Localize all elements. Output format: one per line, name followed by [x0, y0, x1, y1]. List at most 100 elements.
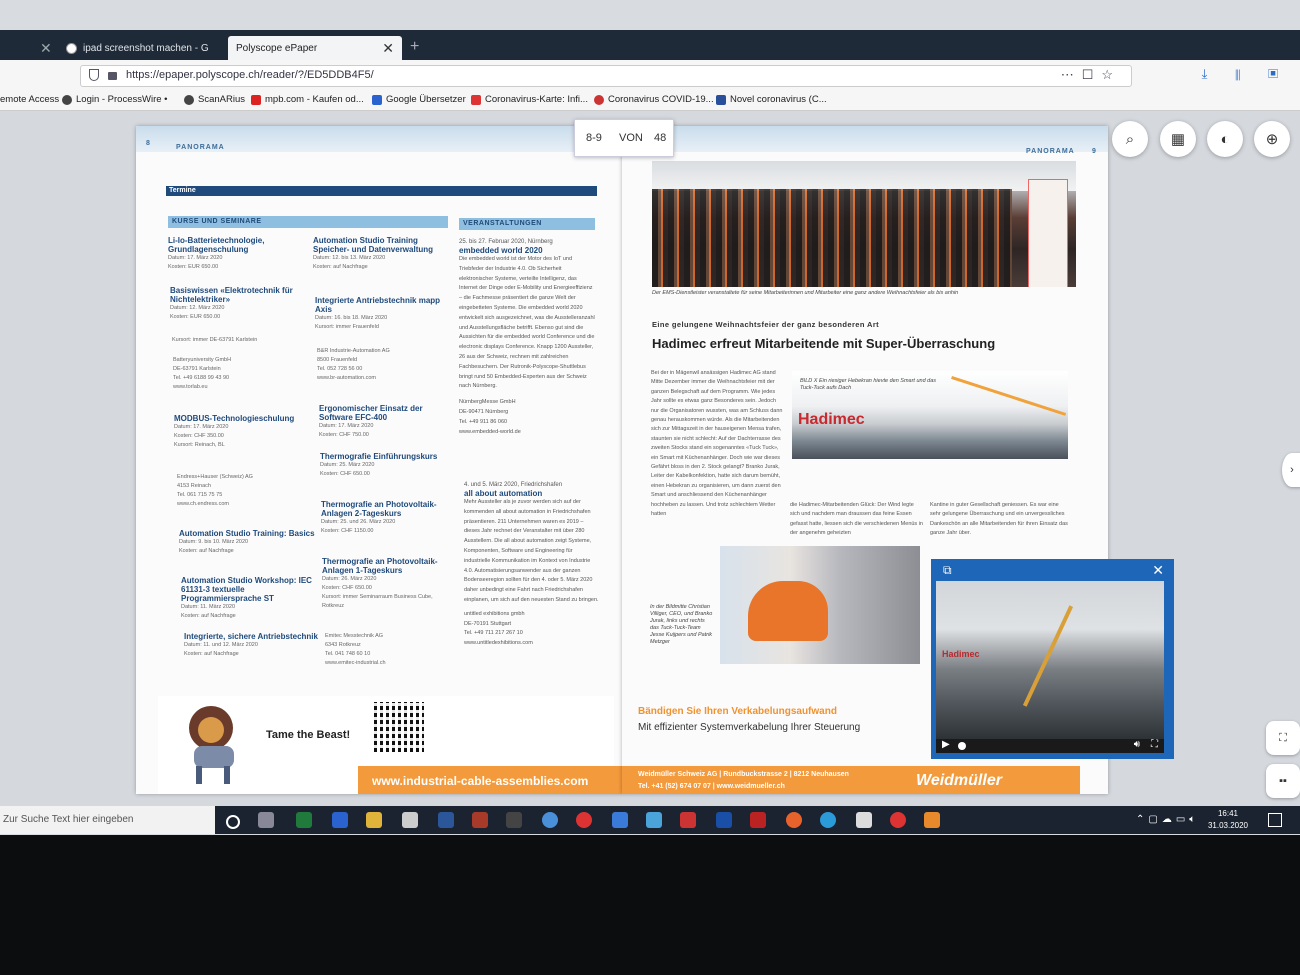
skype-icon[interactable]	[820, 812, 836, 828]
bookmark-item[interactable]: Google Übersetzer	[372, 94, 466, 105]
photo-caption: In der Bildmitte Christian Villiger, CEO…	[650, 604, 713, 645]
downloads-icon[interactable]: ⤓ ⫴ ▣	[1202, 66, 1290, 82]
lion-illustration-icon	[189, 706, 234, 784]
google-favicon-icon	[66, 42, 77, 54]
cortana-icon[interactable]	[226, 815, 240, 829]
next-page-icon[interactable]: ›	[1282, 453, 1300, 487]
bookmarks-bar: emote Access Login - ProcessWire • ScanA…	[0, 90, 1300, 111]
app-icon[interactable]	[506, 812, 522, 828]
progress-handle[interactable]	[958, 742, 966, 750]
url-text[interactable]: https://epaper.polyscope.ch/reader/?/ED5…	[126, 69, 374, 81]
system-clock[interactable]: 16:41 31.03.2020	[1208, 808, 1248, 832]
course-item: Integrierte Antriebstechnik mapp Axis Da…	[315, 296, 441, 330]
notification-icon[interactable]	[1268, 813, 1282, 827]
globe-icon	[184, 94, 194, 105]
search-placeholder: Zur Suche Text hier eingeben	[3, 814, 134, 825]
volume-icon[interactable]: 🔊︎	[1134, 739, 1140, 750]
popout-icon[interactable]: ⧉	[943, 563, 952, 578]
bookmark-item[interactable]: Coronavirus COVID-19...	[594, 94, 714, 105]
bookmark-item[interactable]: mpb.com - Kaufen od...	[251, 94, 364, 105]
video-frame[interactable]: Hadimec	[936, 581, 1164, 741]
bookmark-item[interactable]: ScanARius	[184, 94, 245, 105]
video-popup[interactable]: ⧉ ✕ Hadimec ▶ 🔊︎ ⛶	[931, 559, 1174, 759]
video-hadimec-logo: Hadimec	[942, 649, 980, 659]
app-icon[interactable]	[680, 812, 696, 828]
tracking-shield-icon[interactable]	[89, 69, 99, 81]
course-address: Kursort: immer DE-63791 Karlstein	[172, 337, 258, 343]
course-item: Automation Studio Training Speicher- und…	[313, 236, 434, 270]
course-item: Thermografie an Photovoltaik-Anlagen 1-T…	[322, 557, 438, 609]
course-item: MODBUS-Technologieschulung Datum: 17. Mä…	[174, 414, 295, 448]
excel-icon[interactable]	[296, 812, 312, 828]
magazine-page-left: 8 PANORAMA Termine KURSE UND SEMINARE VE…	[136, 126, 622, 794]
taskbar-search[interactable]: Zur Suche Text hier eingeben	[0, 806, 215, 834]
monitor-screen: ✕ ipad screenshot machen - G Polyscope e…	[0, 0, 1300, 835]
bookmark-item[interactable]: Login - ProcessWire •	[62, 94, 168, 105]
apps-grid-icon[interactable]: ▪▪	[1266, 764, 1300, 798]
grid-overview-icon[interactable]: ▦	[1160, 121, 1196, 157]
ad-slogan: Tame the Beast!	[266, 729, 351, 741]
app-icon[interactable]	[890, 812, 906, 828]
system-tray-icon[interactable]: ⌃▢☁▭🔈︎	[1136, 814, 1199, 825]
app-icon[interactable]	[542, 812, 558, 828]
zoom-icon[interactable]: ⊕	[1254, 121, 1290, 157]
app-icon[interactable]	[924, 812, 940, 828]
search-icon[interactable]: ⌕	[1112, 121, 1148, 157]
lock-icon[interactable]	[108, 72, 117, 80]
explorer-icon[interactable]	[366, 812, 382, 828]
fullscreen-icon[interactable]: ⛶	[1151, 739, 1158, 750]
browser-tab-bar: ✕ ipad screenshot machen - G Polyscope e…	[0, 30, 1300, 60]
close-icon[interactable]: ✕	[1152, 562, 1164, 579]
bookmark-item[interactable]: emote Access	[0, 94, 59, 105]
page-actions-icon[interactable]: ⋯☐☆	[1061, 67, 1121, 83]
translate-icon	[372, 94, 382, 105]
who-icon	[716, 94, 726, 105]
page-number: 8	[146, 140, 151, 147]
address-bar[interactable]: https://epaper.polyscope.ch/reader/?/ED5…	[80, 65, 1132, 87]
app-icon[interactable]	[856, 812, 872, 828]
app-icon[interactable]	[716, 812, 732, 828]
outlook-icon[interactable]	[612, 812, 628, 828]
article-body: Bei der in Mägenwil ansässigen Hadimec A…	[651, 370, 783, 518]
termine-bar: Termine	[166, 186, 597, 196]
page-indicator[interactable]: 8-9 VON 48	[574, 119, 674, 157]
current-page: 8-9	[586, 132, 602, 144]
course-item: Automation Studio Workshop: IEC 61131-3 …	[181, 576, 312, 619]
contrast-icon[interactable]: ◐	[1207, 121, 1243, 157]
app-icon[interactable]	[402, 812, 418, 828]
kurse-header: KURSE UND SEMINARE	[168, 216, 448, 228]
edge-icon[interactable]	[332, 812, 348, 828]
play-icon[interactable]: ▶	[942, 739, 950, 750]
photo-caption: Der EMS-Dienstleister veranstaltete für …	[652, 290, 959, 296]
epaper-viewer: 8 PANORAMA Termine KURSE UND SEMINARE VE…	[0, 111, 1300, 806]
chrome-icon[interactable]	[576, 812, 592, 828]
new-tab-icon[interactable]: +	[410, 38, 419, 56]
veranstaltungen-header: VERANSTALTUNGEN	[459, 218, 595, 230]
ad-subline: Mit effizienter Systemverkabelung Ihrer …	[638, 722, 861, 733]
course-item: Integrierte, sichere Antriebstechnik Dat…	[184, 632, 318, 657]
rollup-banner	[1028, 179, 1068, 287]
app-icon[interactable]	[472, 812, 488, 828]
map-icon	[471, 94, 481, 105]
bookmark-item[interactable]: Coronavirus-Karte: Infi...	[471, 94, 588, 105]
task-view-icon[interactable]	[258, 812, 274, 828]
windows-taskbar: Zur Suche Text hier eingeben ⌃▢☁▭🔈︎ 16:4…	[0, 806, 1300, 834]
tab-close-icon[interactable]: ✕	[382, 40, 394, 57]
word-icon[interactable]	[438, 812, 454, 828]
article-body: die Hadimec-Mitarbeitenden Glück: Der Wi…	[790, 502, 923, 537]
course-item: Thermografie Einführungskurs Datum: 25. …	[320, 452, 438, 477]
tab-label: Polyscope ePaper	[236, 42, 318, 54]
firefox-icon[interactable]	[786, 812, 802, 828]
bookmark-item[interactable]: Novel coronavirus (C...	[716, 94, 827, 105]
tab-close-icon[interactable]: ✕	[40, 40, 52, 57]
tab-polyscope[interactable]: Polyscope ePaper ✕	[228, 36, 402, 60]
mpb-icon	[251, 94, 261, 105]
acrobat-icon[interactable]	[750, 812, 766, 828]
app-icon[interactable]	[646, 812, 662, 828]
fullscreen-icon[interactable]: ⛶	[1266, 721, 1300, 755]
ad-url[interactable]: www.industrial-cable-assemblies.com	[372, 774, 588, 788]
hadimec-logo: Hadimec	[798, 411, 865, 428]
tab-google[interactable]: ✕ ipad screenshot machen - G	[40, 36, 210, 60]
article-body: Kantine in guter Gesellschaft geniessen.…	[930, 502, 1068, 537]
event-item: 4. und 5. März 2020, Friedrichshafen all…	[464, 482, 599, 647]
